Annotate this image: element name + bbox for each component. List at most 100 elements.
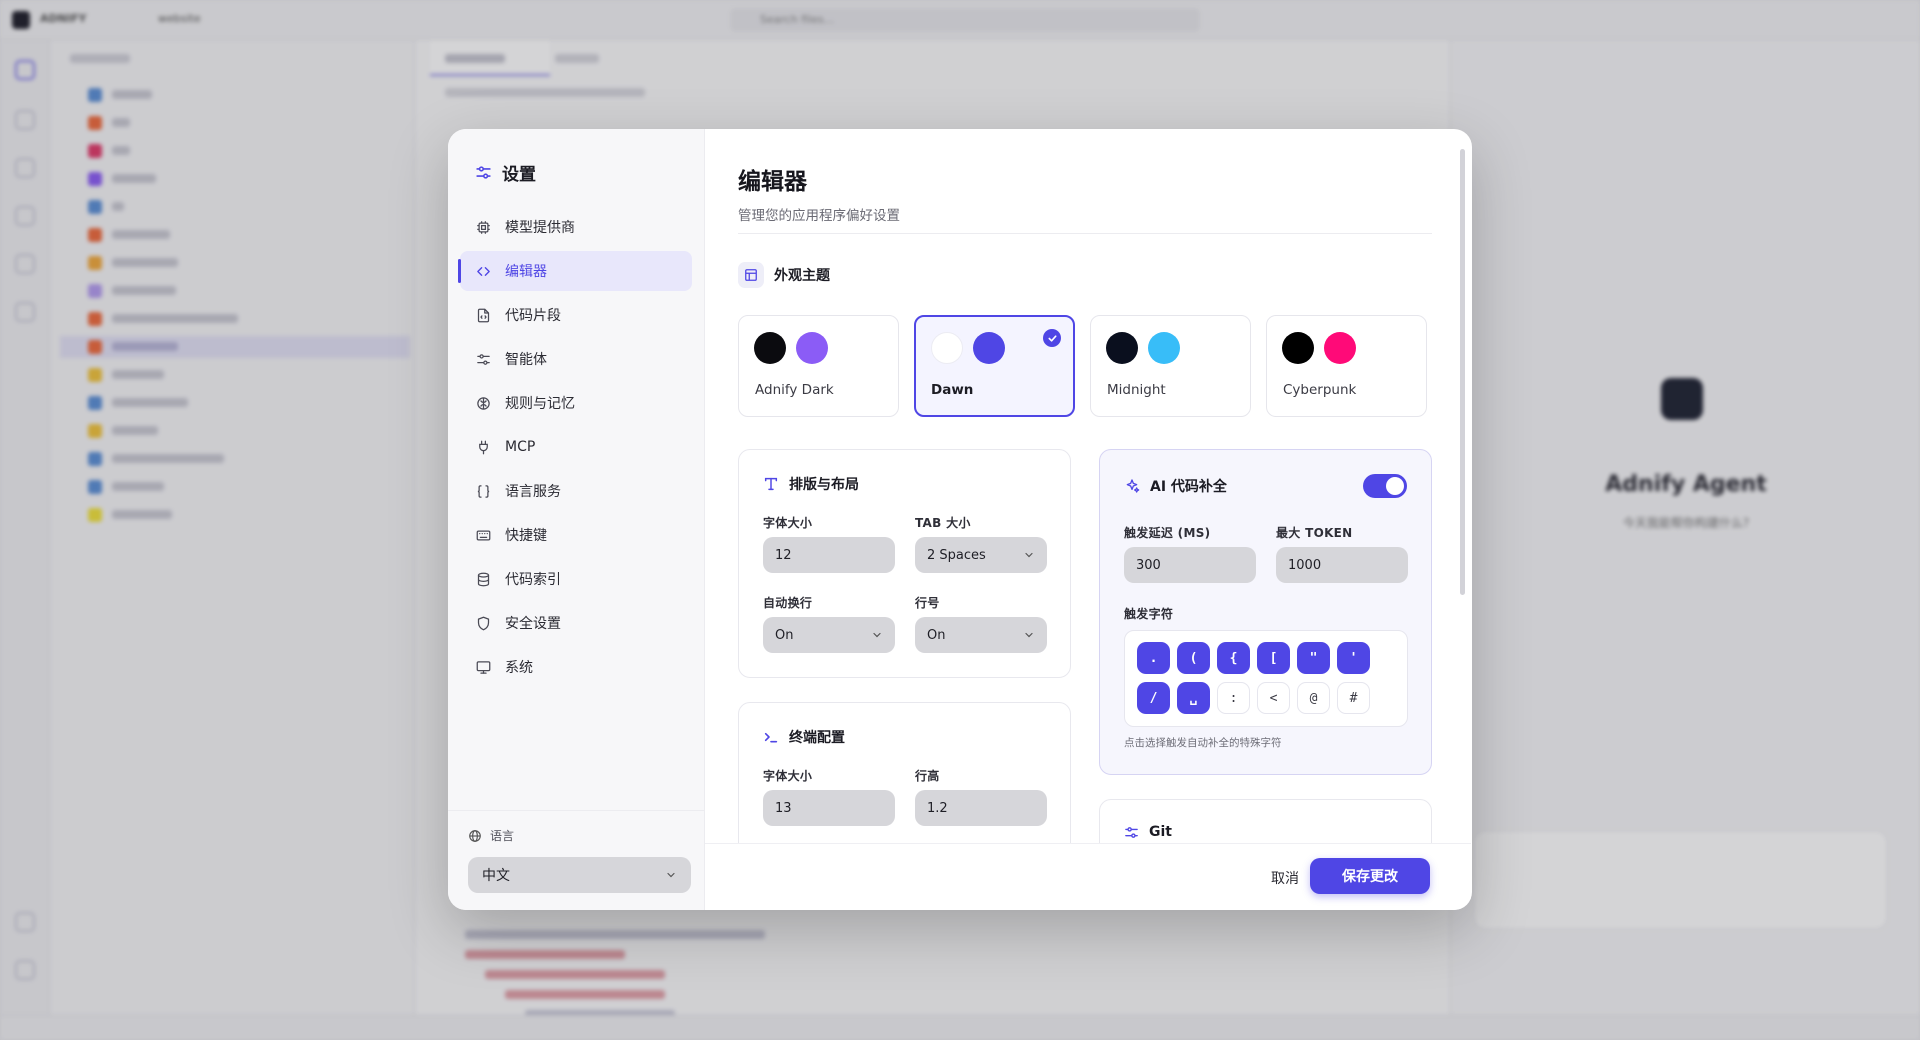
settings-sliders-icon: [476, 166, 491, 179]
ai-completion-panel: AI 代码补全 触发延迟 (MS) 300 最大 TOKEN 1000 触发字符…: [1099, 449, 1432, 775]
trigger-chip[interactable]: (: [1177, 642, 1210, 674]
settings-nav: 模型提供商 编辑器 代码片段 智能体 规则与记忆 MCP 语言服务 快捷键 代码…: [448, 189, 704, 687]
trigger-chip[interactable]: :: [1217, 682, 1250, 714]
trigger-chip[interactable]: [: [1257, 642, 1290, 674]
git-panel: Git: [1099, 799, 1432, 843]
trigger-chip[interactable]: #: [1337, 682, 1370, 714]
trigger-delay-input[interactable]: 300: [1124, 547, 1256, 583]
layout-icon: [738, 262, 764, 288]
nav-item-snippets[interactable]: 代码片段: [460, 295, 692, 335]
nav-item-model-provider[interactable]: 模型提供商: [460, 207, 692, 247]
trigger-chars-hint: 点击选择触发自动补全的特殊字符: [1124, 737, 1282, 749]
trigger-chip[interactable]: {: [1217, 642, 1250, 674]
language-section: 语言 中文: [448, 810, 704, 910]
line-numbers-select[interactable]: On: [915, 617, 1047, 653]
terminal-icon: [764, 732, 778, 743]
trigger-chip[interactable]: .: [1137, 642, 1170, 674]
theme-card-adnify-dark[interactable]: Adnify Dark: [738, 315, 899, 417]
nav-item-security[interactable]: 安全设置: [460, 603, 692, 643]
max-token-input[interactable]: 1000: [1276, 547, 1408, 583]
theme-card-dawn[interactable]: Dawn: [914, 315, 1075, 417]
nav-item-label: MCP: [505, 439, 536, 455]
nav-item-language-service[interactable]: 语言服务: [460, 471, 692, 511]
nav-item-agents[interactable]: 智能体: [460, 339, 692, 379]
nav-item-label: 语言服务: [505, 484, 561, 500]
nav-item-label: 代码索引: [505, 572, 561, 588]
tab-size-select[interactable]: 2 Spaces: [915, 537, 1047, 573]
nav-item-code-index[interactable]: 代码索引: [460, 559, 692, 599]
word-wrap-select[interactable]: On: [763, 617, 895, 653]
terminal-panel: 终端配置 字体大小 13 行高 1.2: [738, 702, 1071, 843]
trigger-chip[interactable]: ": [1297, 642, 1330, 674]
sparkles-icon: [1126, 479, 1140, 493]
ai-completion-toggle[interactable]: [1363, 474, 1407, 498]
trigger-chars-box: . ( { [ " ' / ␣ : < @ #: [1124, 630, 1408, 727]
database-icon: [477, 572, 490, 586]
sliders-icon: [477, 353, 490, 365]
typography-panel: 排版与布局 字体大小 12 TAB 大小 2 Spaces 自动换行 On 行号…: [738, 449, 1071, 678]
brain-icon: [477, 396, 490, 410]
theme-card-midnight[interactable]: Midnight: [1090, 315, 1251, 417]
file-code-icon: [477, 308, 490, 322]
git-title: Git: [1124, 824, 1172, 840]
nav-item-editor[interactable]: 编辑器: [458, 251, 692, 291]
plug-icon: [479, 440, 488, 454]
content-header: 编辑器 管理您的应用程序偏好设置: [738, 162, 900, 224]
theme-swatch: [931, 332, 963, 364]
language-select[interactable]: 中文: [468, 857, 691, 893]
font-size-input[interactable]: 12: [763, 537, 895, 573]
type-icon: [764, 477, 778, 491]
settings-sidebar: 设置 模型提供商 编辑器 代码片段 智能体 规则与记忆 MCP 语言服务 快捷键…: [448, 129, 705, 910]
line-height-input[interactable]: 1.2: [915, 790, 1047, 826]
nav-item-rules-memory[interactable]: 规则与记忆: [460, 383, 692, 423]
language-select-value: 中文: [482, 868, 510, 884]
terminal-title: 终端配置: [763, 727, 845, 747]
nav-item-label: 模型提供商: [505, 220, 575, 236]
nav-item-mcp[interactable]: MCP: [460, 427, 692, 467]
tab-size-label: TAB 大小: [915, 516, 971, 530]
cancel-button[interactable]: 取消: [1265, 864, 1305, 892]
page-subtitle: 管理您的应用程序偏好设置: [738, 208, 900, 224]
font-size-label: 字体大小: [763, 516, 813, 530]
language-label: 语言: [468, 827, 688, 844]
trigger-chip[interactable]: ': [1337, 642, 1370, 674]
save-button[interactable]: 保存更改: [1310, 858, 1430, 894]
header-divider: [738, 233, 1432, 234]
chevron-down-icon: [1025, 552, 1033, 558]
nav-item-label: 规则与记忆: [505, 396, 575, 412]
trigger-chip[interactable]: /: [1137, 682, 1170, 714]
shield-icon: [477, 616, 490, 630]
typography-title: 排版与布局: [763, 474, 859, 494]
terminal-font-size-label: 字体大小: [763, 769, 813, 783]
theme-swatch: [1148, 332, 1180, 364]
theme-section-title: 外观主题: [738, 262, 830, 288]
line-numbers-label: 行号: [915, 596, 940, 610]
word-wrap-label: 自动换行: [763, 596, 813, 610]
content-scrollbar[interactable]: [1460, 149, 1465, 595]
theme-swatch: [754, 332, 786, 364]
settings-modal: 设置 模型提供商 编辑器 代码片段 智能体 规则与记忆 MCP 语言服务 快捷键…: [448, 129, 1472, 910]
settings-title-text: 设置: [502, 165, 536, 185]
settings-content: 编辑器 管理您的应用程序偏好设置 外观主题 Adnify Dark Dawn M…: [705, 129, 1472, 910]
settings-scroll-area[interactable]: 编辑器 管理您的应用程序偏好设置 外观主题 Adnify Dark Dawn M…: [705, 129, 1471, 843]
theme-card-cyberpunk[interactable]: Cyberpunk: [1266, 315, 1427, 417]
theme-swatch: [796, 332, 828, 364]
trigger-chip[interactable]: @: [1297, 682, 1330, 714]
nav-item-shortcuts[interactable]: 快捷键: [460, 515, 692, 555]
trigger-chip[interactable]: <: [1257, 682, 1290, 714]
monitor-icon: [476, 660, 491, 674]
nav-item-label: 智能体: [505, 352, 547, 368]
chevron-down-icon: [1025, 632, 1033, 638]
theme-swatch: [1324, 332, 1356, 364]
terminal-font-size-input[interactable]: 13: [763, 790, 895, 826]
nav-item-system[interactable]: 系统: [460, 647, 692, 687]
nav-item-label: 快捷键: [505, 528, 547, 544]
settings-title: 设置: [448, 129, 704, 189]
nav-item-label: 安全设置: [505, 616, 561, 632]
trigger-chip[interactable]: ␣: [1177, 682, 1210, 714]
max-token-label: 最大 TOKEN: [1276, 526, 1353, 540]
trigger-chars-label: 触发字符: [1124, 607, 1174, 621]
theme-name: Cyberpunk: [1283, 382, 1357, 398]
theme-name: Dawn: [931, 382, 974, 398]
ai-completion-title: AI 代码补全: [1124, 476, 1227, 496]
